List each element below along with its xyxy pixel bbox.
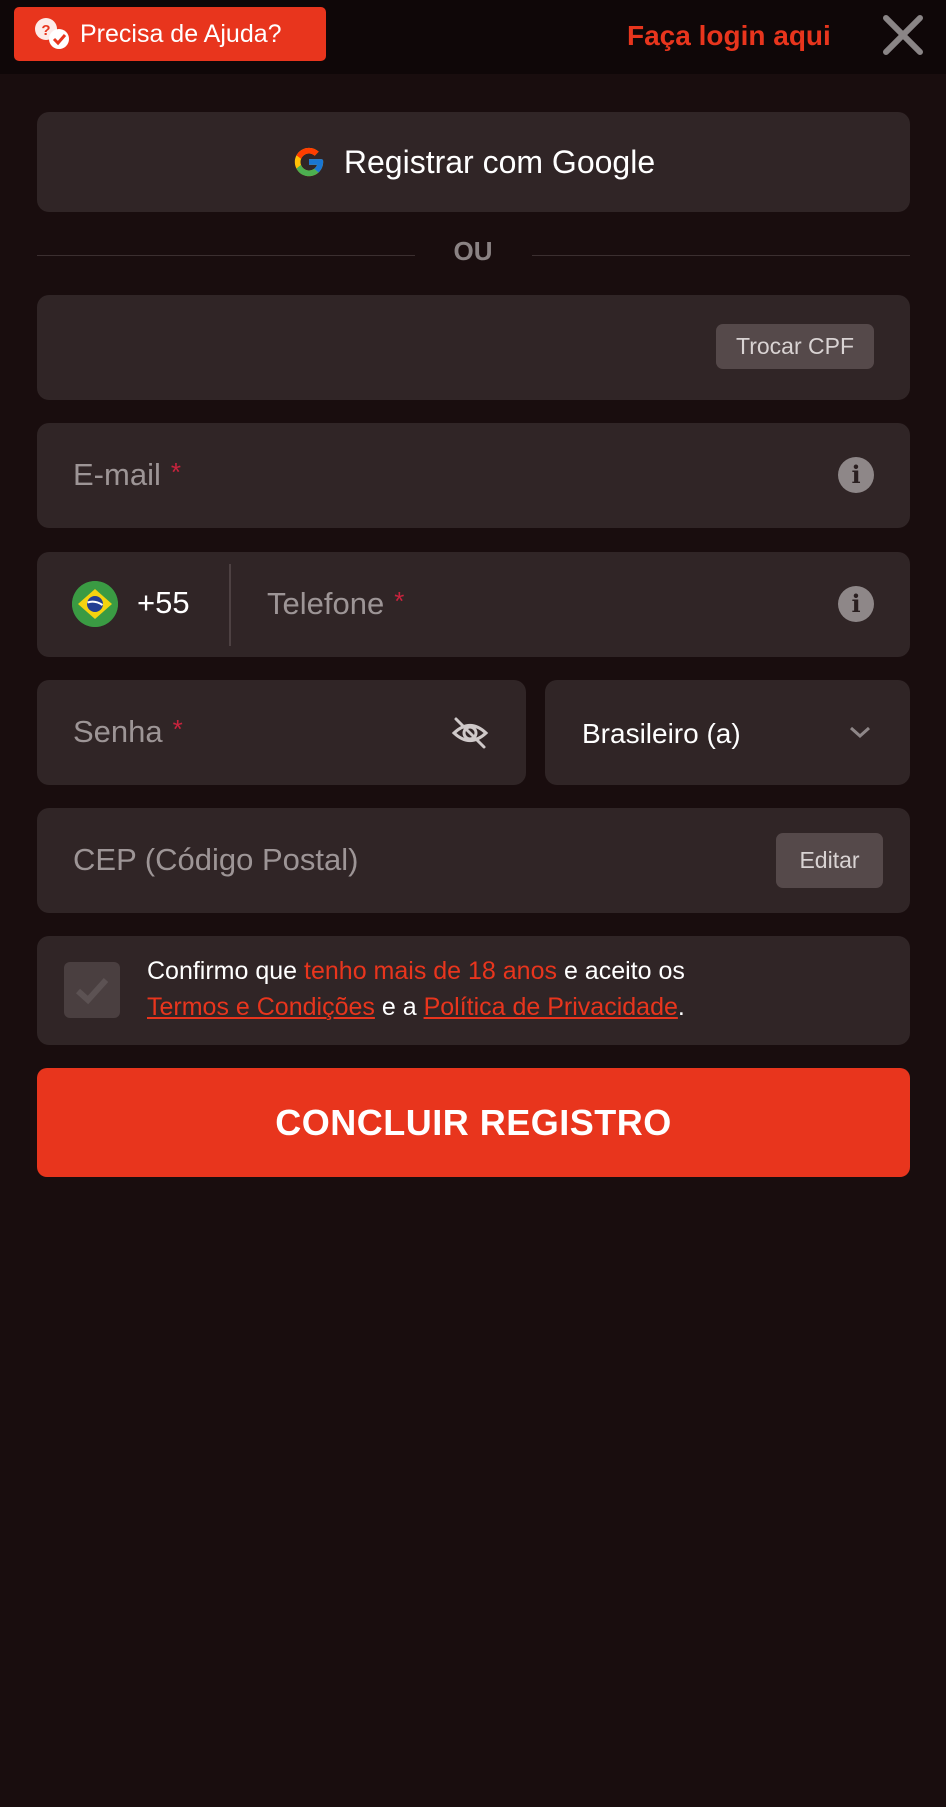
- password-placeholder: Senha *: [73, 714, 183, 750]
- top-bar: ? Precisa de Ajuda? Faça login aqui: [0, 0, 946, 74]
- check-icon: [75, 977, 109, 1005]
- terms-middle: e aceito os: [563, 957, 685, 985]
- privacy-policy-link[interactable]: Política de Privacidade: [424, 993, 678, 1021]
- terms-conditions-link[interactable]: Termos e Condições: [147, 993, 375, 1021]
- close-icon[interactable]: [880, 12, 926, 58]
- nationality-select[interactable]: Brasileiro (a): [545, 680, 910, 785]
- age-terms-checkbox[interactable]: [64, 962, 120, 1018]
- svg-text:?: ?: [41, 22, 50, 39]
- phone-placeholder: Telefone *: [267, 586, 404, 622]
- info-icon[interactable]: i: [838, 586, 874, 622]
- google-register-label: Registrar com Google: [343, 143, 656, 180]
- email-field[interactable]: E-mail * i: [37, 423, 910, 528]
- email-placeholder-text: E-mail: [73, 457, 161, 492]
- phone-placeholder-text: Telefone: [267, 586, 385, 621]
- submit-registration-button[interactable]: CONCLUIR REGISTRO: [37, 1068, 910, 1177]
- phone-required-mark: *: [394, 586, 405, 616]
- divider-line-right: [532, 255, 910, 256]
- phone-field[interactable]: +55 Telefone * i: [37, 552, 910, 657]
- google-icon: [294, 147, 324, 177]
- terms-prefix: Confirmo que: [147, 957, 298, 985]
- help-button-label: Precisa de Ajuda?: [80, 19, 282, 48]
- terms-age: tenho mais de 18 anos: [304, 957, 557, 985]
- google-register-button[interactable]: Registrar com Google: [37, 112, 910, 212]
- terms-text: Confirmo que tenho mais de 18 anos e ace…: [147, 953, 887, 1025]
- chevron-down-icon: [848, 724, 872, 740]
- password-placeholder-text: Senha: [73, 714, 163, 749]
- terms-and: e a: [381, 993, 417, 1021]
- cpf-field[interactable]: Trocar CPF: [37, 295, 910, 400]
- password-required-mark: *: [172, 714, 183, 744]
- chat-help-icon: ?: [32, 16, 72, 52]
- divider-line-left: [37, 255, 415, 256]
- phone-separator: [229, 564, 231, 646]
- brazil-flag-icon[interactable]: [72, 581, 118, 627]
- divider-or: OU: [453, 236, 493, 266]
- email-placeholder: E-mail *: [73, 457, 181, 493]
- login-link[interactable]: Faça login aqui: [627, 14, 831, 58]
- dial-code[interactable]: +55: [137, 585, 190, 621]
- help-button[interactable]: ? Precisa de Ajuda?: [14, 7, 326, 61]
- email-required-mark: *: [170, 457, 181, 487]
- change-cpf-button[interactable]: Trocar CPF: [716, 324, 874, 369]
- edit-cep-button[interactable]: Editar: [776, 833, 883, 888]
- cep-field[interactable]: CEP (Código Postal) Editar: [37, 808, 910, 913]
- password-field[interactable]: Senha *: [37, 680, 526, 785]
- cep-placeholder: CEP (Código Postal): [73, 842, 359, 877]
- eye-slash-icon[interactable]: [451, 714, 489, 752]
- terms-suffix: .: [677, 993, 685, 1021]
- terms-box: Confirmo que tenho mais de 18 anos e ace…: [37, 936, 910, 1045]
- info-icon[interactable]: i: [838, 457, 874, 493]
- nationality-value: Brasileiro (a): [582, 718, 741, 749]
